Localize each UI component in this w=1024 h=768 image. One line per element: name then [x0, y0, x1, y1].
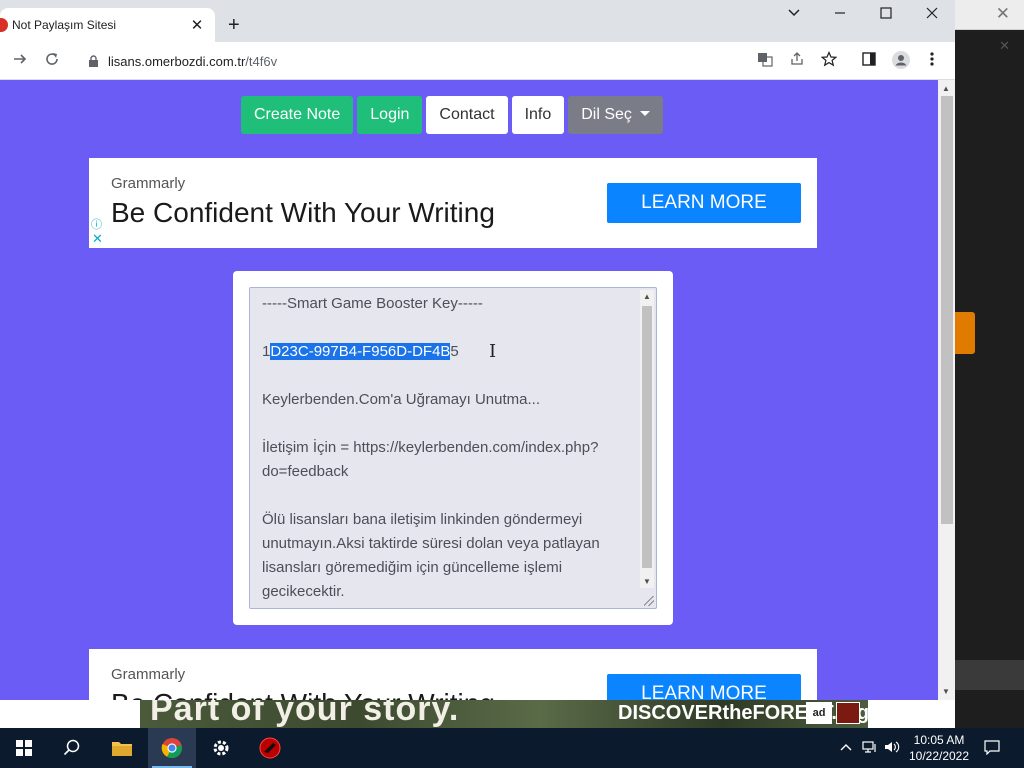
background-window: ✕ ✕	[955, 0, 1024, 728]
side-panel-icon[interactable]	[861, 51, 877, 71]
login-button[interactable]: Login	[357, 96, 423, 134]
note-content: -----Smart Game Booster Key----- 1D23C-9…	[262, 292, 632, 604]
tab-close-icon[interactable]: ✕	[189, 16, 205, 34]
note-textarea[interactable]: -----Smart Game Booster Key----- 1D23C-9…	[249, 287, 657, 609]
address-bar[interactable]: lisans.omerbozdi.com.tr/t4f6v	[76, 46, 856, 76]
ad-close-icon[interactable]: ✕	[92, 231, 103, 247]
page-scrollbar[interactable]: ▲ ▼	[938, 80, 955, 700]
key-selected-text: D23C-997B4-F956D-DF4B	[270, 343, 451, 360]
page-scroll-thumb[interactable]	[941, 96, 953, 524]
game-booster-icon	[259, 737, 281, 759]
chrome-window: Not Paylaşım Sitesi ✕ + lisans.omerbozdi…	[0, 0, 955, 728]
ad-brand: Grammarly	[111, 666, 186, 683]
forest-service-logo	[836, 702, 860, 724]
network-icon[interactable]	[862, 740, 878, 757]
reload-icon[interactable]	[44, 51, 60, 72]
ad-council-logo: ad	[806, 702, 832, 724]
bookmark-star-icon[interactable]	[820, 51, 838, 71]
ad-headline: Be Confident With Your Writing	[111, 197, 495, 228]
background-close-icon[interactable]: ✕	[996, 4, 1010, 24]
chrome-taskbar-button[interactable]	[148, 728, 196, 768]
gear-icon	[213, 740, 229, 756]
background-orange-panel	[955, 312, 975, 354]
note-scrollbar[interactable]: ▲ ▼	[640, 290, 654, 588]
browser-toolbar: lisans.omerbozdi.com.tr/t4f6v	[0, 42, 955, 80]
lock-icon[interactable]	[86, 54, 100, 68]
tab-search-chevron-icon[interactable]	[787, 6, 801, 24]
page-viewport: Create Note Login Contact Info Dil Seç G…	[0, 80, 955, 700]
note-line-contact: İletişim İçin = https://keylerbenden.com…	[262, 439, 599, 480]
note-line-notice: Ölü lisansları bana iletişim linkinden g…	[262, 511, 604, 600]
translate-icon[interactable]	[757, 51, 773, 71]
clock-date: 10/22/2022	[908, 749, 970, 763]
page-scroll-up-icon[interactable]: ▲	[942, 84, 950, 93]
key-suffix: 5	[450, 343, 459, 360]
kebab-menu-icon[interactable]	[929, 51, 935, 71]
language-dropdown-label: Dil Seç	[581, 106, 632, 123]
note-header: -----Smart Game Booster Key-----	[262, 295, 483, 312]
maximize-icon[interactable]	[879, 6, 893, 24]
ad-info-icon[interactable]: ⓘ	[91, 216, 102, 232]
note-card: -----Smart Game Booster Key----- 1D23C-9…	[233, 271, 673, 625]
forward-arrow-icon[interactable]	[12, 51, 28, 72]
bottom-ad-banner[interactable]: Grammarly Be Confident With Your Writing…	[89, 649, 817, 700]
new-tab-icon[interactable]: +	[228, 14, 240, 37]
tab-strip: Not Paylaşım Sitesi ✕ +	[0, 0, 955, 42]
url-path: /t4f6v	[245, 53, 278, 69]
browser-tab[interactable]: Not Paylaşım Sitesi ✕	[0, 8, 215, 42]
taskbar-clock[interactable]: 10:05 AM 10/22/2022	[905, 732, 973, 764]
note-scroll-up-icon[interactable]: ▲	[643, 292, 651, 301]
ad-brand: Grammarly	[111, 175, 186, 192]
notifications-icon[interactable]	[984, 740, 1000, 758]
ad-headline: Be Confident With Your Writing	[111, 688, 495, 700]
info-button[interactable]: Info	[511, 96, 565, 134]
start-button[interactable]	[0, 728, 48, 768]
search-button[interactable]	[48, 728, 96, 768]
page-scroll-down-icon[interactable]: ▼	[942, 687, 950, 696]
language-dropdown[interactable]: Dil Seç	[568, 96, 663, 134]
minimize-icon[interactable]	[833, 6, 847, 24]
game-booster-taskbar-button[interactable]	[246, 728, 294, 768]
tab-favicon-icon	[0, 18, 8, 32]
chrome-icon	[161, 738, 182, 759]
window-close-icon[interactable]	[925, 6, 939, 24]
background-window-titlebar: ✕	[955, 0, 1024, 30]
clock-time: 10:05 AM	[913, 733, 965, 747]
ad-learn-more-button[interactable]: LEARN MORE	[607, 183, 801, 223]
settings-taskbar-button[interactable]	[197, 728, 245, 768]
background-inner-close-icon[interactable]: ✕	[999, 38, 1010, 54]
ad-learn-more-button[interactable]: LEARN MORE	[607, 674, 801, 700]
search-icon	[63, 739, 80, 756]
url-host: lisans.omerbozdi.com.tr	[108, 53, 246, 69]
note-scroll-down-icon[interactable]: ▼	[643, 577, 651, 586]
forest-ad-slogan: Part of your story.	[150, 700, 460, 728]
resize-handle-icon[interactable]	[644, 596, 654, 606]
volume-icon[interactable]	[884, 740, 900, 757]
note-line-reminder: Keylerbenden.Com'a Uğramayı Unutma...	[262, 391, 540, 408]
text-cursor-icon: I	[489, 341, 497, 362]
tray-chevron-up-icon[interactable]	[840, 740, 852, 755]
caret-down-icon	[639, 110, 650, 116]
profile-avatar-icon[interactable]	[892, 51, 910, 73]
contact-button[interactable]: Contact	[426, 96, 508, 134]
windows-taskbar: 10:05 AM 10/22/2022	[0, 728, 1024, 768]
top-ad-banner[interactable]: Grammarly Be Confident With Your Writing…	[89, 158, 817, 248]
background-bar	[955, 660, 1024, 690]
top-navigation: Create Note Login Contact Info Dil Seç	[241, 96, 663, 134]
tab-title: Not Paylaşım Sitesi	[12, 18, 117, 32]
note-scroll-thumb[interactable]	[642, 306, 652, 568]
folder-icon	[112, 742, 132, 756]
share-icon[interactable]	[789, 51, 805, 71]
forest-ad-banner[interactable]: Part of your story. DISCOVERtheFOREST.or…	[140, 700, 868, 728]
file-explorer-button[interactable]	[98, 728, 146, 768]
windows-logo-icon	[16, 740, 32, 756]
create-note-button[interactable]: Create Note	[241, 96, 354, 134]
